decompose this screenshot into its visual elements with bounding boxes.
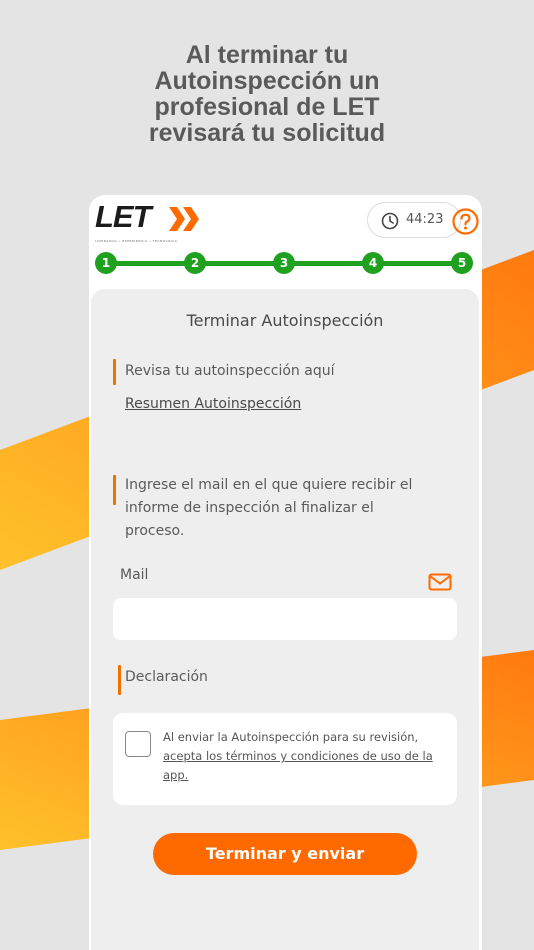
declaration-card: Al enviar la Autoinspección para su revi… bbox=[113, 713, 457, 805]
step-5: 5 bbox=[451, 252, 473, 274]
mail-label: Mail bbox=[120, 567, 149, 583]
terms-link[interactable]: acepta los términos y condiciones de uso… bbox=[163, 749, 433, 782]
finish-panel: Terminar Autoinspección Revisa tu autoin… bbox=[91, 289, 479, 950]
finish-submit-button[interactable]: Terminar y enviar bbox=[153, 833, 417, 875]
declaration-text: Al enviar la Autoinspección para su revi… bbox=[163, 728, 438, 785]
let-logo: LET LIDERAZGO • EXPERIENCIA • TECNOLOGÍA bbox=[95, 199, 205, 243]
review-accent-bar bbox=[113, 359, 116, 385]
mail-icon bbox=[428, 573, 452, 591]
promo-headline: Al terminar tu Autoinspección un profesi… bbox=[148, 41, 386, 147]
declaration-accent-bar bbox=[118, 665, 121, 695]
page-title: Terminar Autoinspección bbox=[186, 311, 384, 330]
declaration-label: Declaración bbox=[125, 669, 208, 685]
clock-icon bbox=[381, 212, 399, 230]
step-1: 1 bbox=[95, 252, 117, 274]
step-3: 3 bbox=[273, 252, 295, 274]
progress-stepper: 1 2 3 4 5 bbox=[93, 252, 478, 276]
logo-text: LET bbox=[95, 199, 152, 234]
step-4: 4 bbox=[362, 252, 384, 274]
declaration-text-start: Al enviar la Autoinspección para su revi… bbox=[163, 730, 419, 744]
question-circle-icon[interactable] bbox=[452, 208, 479, 235]
review-label: Revisa tu autoinspección aquí bbox=[125, 363, 335, 379]
review-summary-link[interactable]: Resumen Autoinspección bbox=[125, 396, 301, 412]
logo-chevrons-icon bbox=[169, 207, 199, 231]
app-screen: LET LIDERAZGO • EXPERIENCIA • TECNOLOGÍA… bbox=[89, 195, 482, 950]
logo-tagline: LIDERAZGO • EXPERIENCIA • TECNOLOGÍA bbox=[95, 239, 178, 243]
step-2: 2 bbox=[184, 252, 206, 274]
terms-checkbox[interactable] bbox=[125, 731, 151, 757]
email-instruction: Ingrese el mail en el que quiere recibir… bbox=[125, 477, 413, 539]
email-accent-bar bbox=[113, 475, 116, 505]
countdown-timer: 44:23 bbox=[367, 202, 461, 238]
timer-value: 44:23 bbox=[406, 212, 444, 227]
email-field[interactable] bbox=[113, 598, 457, 640]
